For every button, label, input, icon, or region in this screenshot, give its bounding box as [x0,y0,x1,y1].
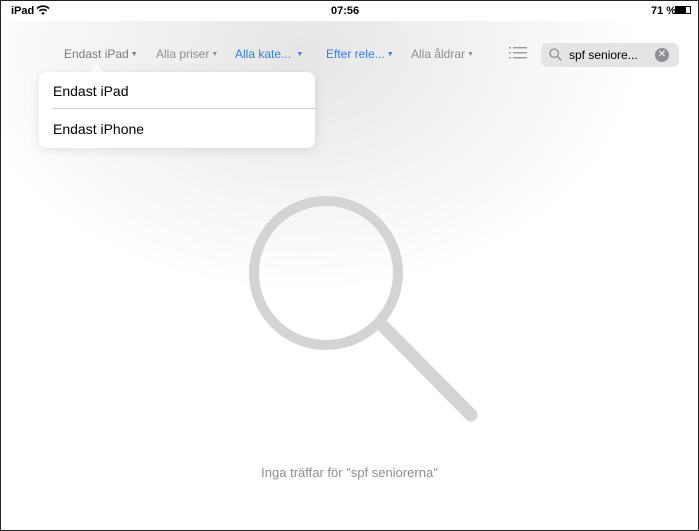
filter-device[interactable]: Endast iPad ▼ [64,47,138,61]
empty-state-message: Inga träffar för "spf seniorerna" [261,465,438,480]
filter-age-label: Alla åldrar [411,47,466,61]
menu-divider [53,108,315,109]
battery-percent: 71 % [651,5,677,17]
battery-icon [675,6,691,14]
filter-category[interactable]: Alla kate... ▼ [235,47,303,61]
search-field[interactable]: spf seniore... ✕ [541,43,679,67]
filter-category-label: Alla kate... [235,47,292,61]
filter-sort[interactable]: Efter rele... ▼ [326,47,394,61]
device-label: iPad [11,5,35,17]
clear-icon[interactable]: ✕ [655,48,669,62]
menu-item-iphone[interactable]: Endast iPhone [53,121,144,137]
clock: 07:56 [331,5,360,17]
magnifier-icon [249,196,478,422]
filter-price[interactable]: Alla priser ▼ [156,47,218,61]
filter-age[interactable]: Alla åldrar ▼ [411,47,474,61]
device-menu: Endast iPad Endast iPhone [39,72,315,148]
status-bar: iPad 07:56 71 % [1,1,698,21]
caret-down-icon: ▼ [386,51,394,58]
caret-down-icon: ▼ [467,51,474,58]
menu-item-ipad[interactable]: Endast iPad [53,83,129,99]
search-input[interactable]: spf seniore... [569,48,638,62]
filter-sort-label: Efter rele... [326,47,385,61]
filter-price-label: Alla priser [156,47,210,61]
caret-down-icon: ▼ [130,51,138,58]
search-icon [549,48,562,61]
caret-down-icon: ▼ [296,51,304,58]
list-icon[interactable] [509,46,527,60]
caret-down-icon: ▼ [211,51,219,58]
ipad-screen: iPad 07:56 71 % Endast iPad ▼ Alla priser… [0,0,699,531]
battery-level [676,7,686,13]
filter-device-label: Endast iPad [64,47,129,61]
wifi-icon [36,5,50,15]
